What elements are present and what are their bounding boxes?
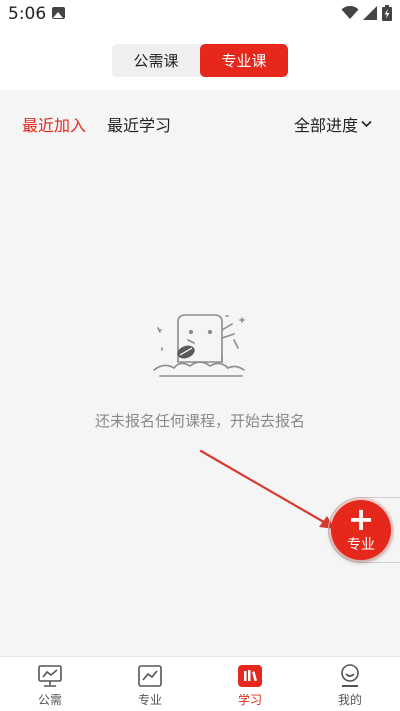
plus-icon: +	[347, 500, 375, 538]
chart-icon	[138, 665, 162, 687]
tab-study[interactable]: 学习	[200, 657, 300, 711]
wifi-icon	[341, 6, 359, 19]
tab-mine-label: 我的	[337, 693, 362, 707]
progress-dropdown-label: 全部进度	[293, 116, 358, 135]
tab-public-label: 公需	[37, 693, 62, 707]
status-indicators	[341, 5, 392, 21]
filter-recently-added[interactable]: 最近加入	[22, 112, 86, 136]
status-time: 5:06	[8, 4, 47, 24]
tab-public-courses[interactable]: 公需课	[112, 44, 200, 77]
fab-label: 专业	[347, 537, 375, 553]
filter-recently-studied[interactable]: 最近学习	[107, 112, 171, 136]
course-type-switch: 公需课 专业课	[112, 44, 288, 77]
tab-study-label: 学习	[237, 693, 262, 707]
empty-message: 还未报名任何课程，开始去报名	[94, 412, 305, 430]
tab-mine[interactable]: 我的	[300, 657, 400, 711]
empty-box-leaf-icon	[153, 314, 245, 377]
filter-bar: 最近加入 最近学习 全部进度	[0, 90, 400, 154]
books-icon	[238, 665, 262, 687]
header: 公需课 专业课	[0, 28, 400, 90]
chevron-down-icon	[361, 120, 372, 128]
tab-public[interactable]: 公需	[0, 657, 100, 711]
signal-icon	[363, 6, 377, 20]
tab-professional-label: 专业	[137, 693, 162, 707]
monitor-icon	[38, 665, 62, 687]
tab-professional[interactable]: 专业	[100, 657, 200, 711]
add-professional-course-button[interactable]: + 专业	[331, 500, 391, 560]
image-icon	[52, 7, 65, 19]
bottom-tab-bar: 公需 专业 学习 我的	[0, 656, 400, 711]
pointer-arrow	[199, 449, 335, 529]
empty-state: 还未报名任何课程，开始去报名	[0, 310, 400, 431]
progress-dropdown[interactable]: 全部进度	[294, 112, 372, 136]
tab-professional-courses[interactable]: 专业课	[200, 44, 288, 77]
profile-icon	[341, 664, 359, 687]
status-bar: 5:06	[0, 0, 400, 28]
battery-charging-icon	[382, 5, 392, 21]
